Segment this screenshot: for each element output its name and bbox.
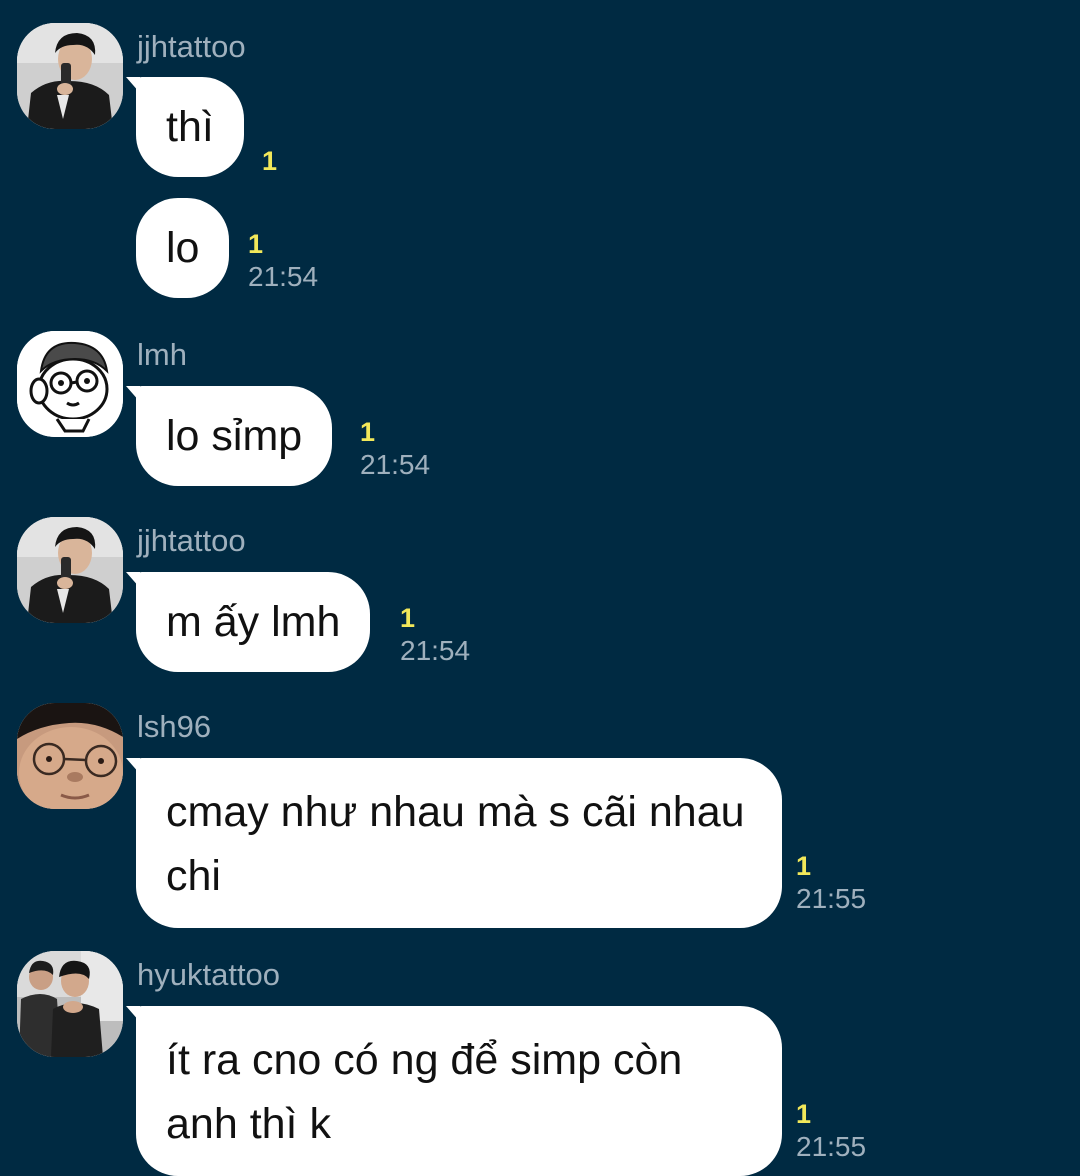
message-timestamp: 21:54 — [360, 449, 431, 480]
message-meta: 1 21:55 — [796, 1098, 866, 1164]
unread-count: 1 — [262, 146, 278, 176]
chat-message-list[interactable]: jjhtattoo thì 1 lo 1 21:54 lmh lo sỉmp 1… — [0, 0, 1080, 1176]
message-meta: 1 21:54 — [360, 416, 430, 482]
sender-avatar[interactable] — [17, 23, 123, 129]
message-bubble[interactable]: thì — [126, 77, 244, 177]
sender-name: jjhtattoo — [137, 29, 246, 64]
message-meta: 1 21:54 — [248, 228, 318, 294]
message-bubble[interactable]: ít ra cno có ng để simp còn anh thì k — [126, 1006, 782, 1176]
message-timestamp: 21:55 — [796, 1131, 867, 1162]
sender-name: hyuktattoo — [137, 957, 281, 992]
sender-avatar[interactable] — [17, 331, 123, 437]
message-timestamp: 21:54 — [400, 635, 471, 666]
message-meta: 1 — [262, 145, 277, 177]
unread-count: 1 — [360, 417, 376, 447]
unread-count: 1 — [400, 603, 416, 633]
message-timestamp: 21:55 — [796, 883, 867, 914]
sender-avatar[interactable] — [17, 517, 123, 623]
sender-avatar[interactable] — [17, 703, 123, 809]
message-timestamp: 21:54 — [248, 261, 319, 292]
unread-count: 1 — [796, 851, 812, 881]
sender-name: lsh96 — [137, 709, 212, 744]
message-bubble[interactable]: cmay như nhau mà s cãi nhau chi — [126, 758, 782, 928]
message-meta: 1 21:55 — [796, 850, 866, 916]
unread-count: 1 — [796, 1099, 812, 1129]
sender-name: lmh — [137, 337, 187, 372]
sender-avatar[interactable] — [17, 951, 123, 1057]
message-bubble[interactable]: lo sỉmp — [125, 386, 333, 486]
unread-count: 1 — [248, 229, 264, 259]
sender-name: jjhtattoo — [137, 523, 246, 558]
message-meta: 1 21:54 — [400, 602, 470, 668]
message-bubble[interactable]: m ấy lmh — [125, 572, 371, 672]
message-bubble[interactable]: lo — [136, 198, 230, 298]
